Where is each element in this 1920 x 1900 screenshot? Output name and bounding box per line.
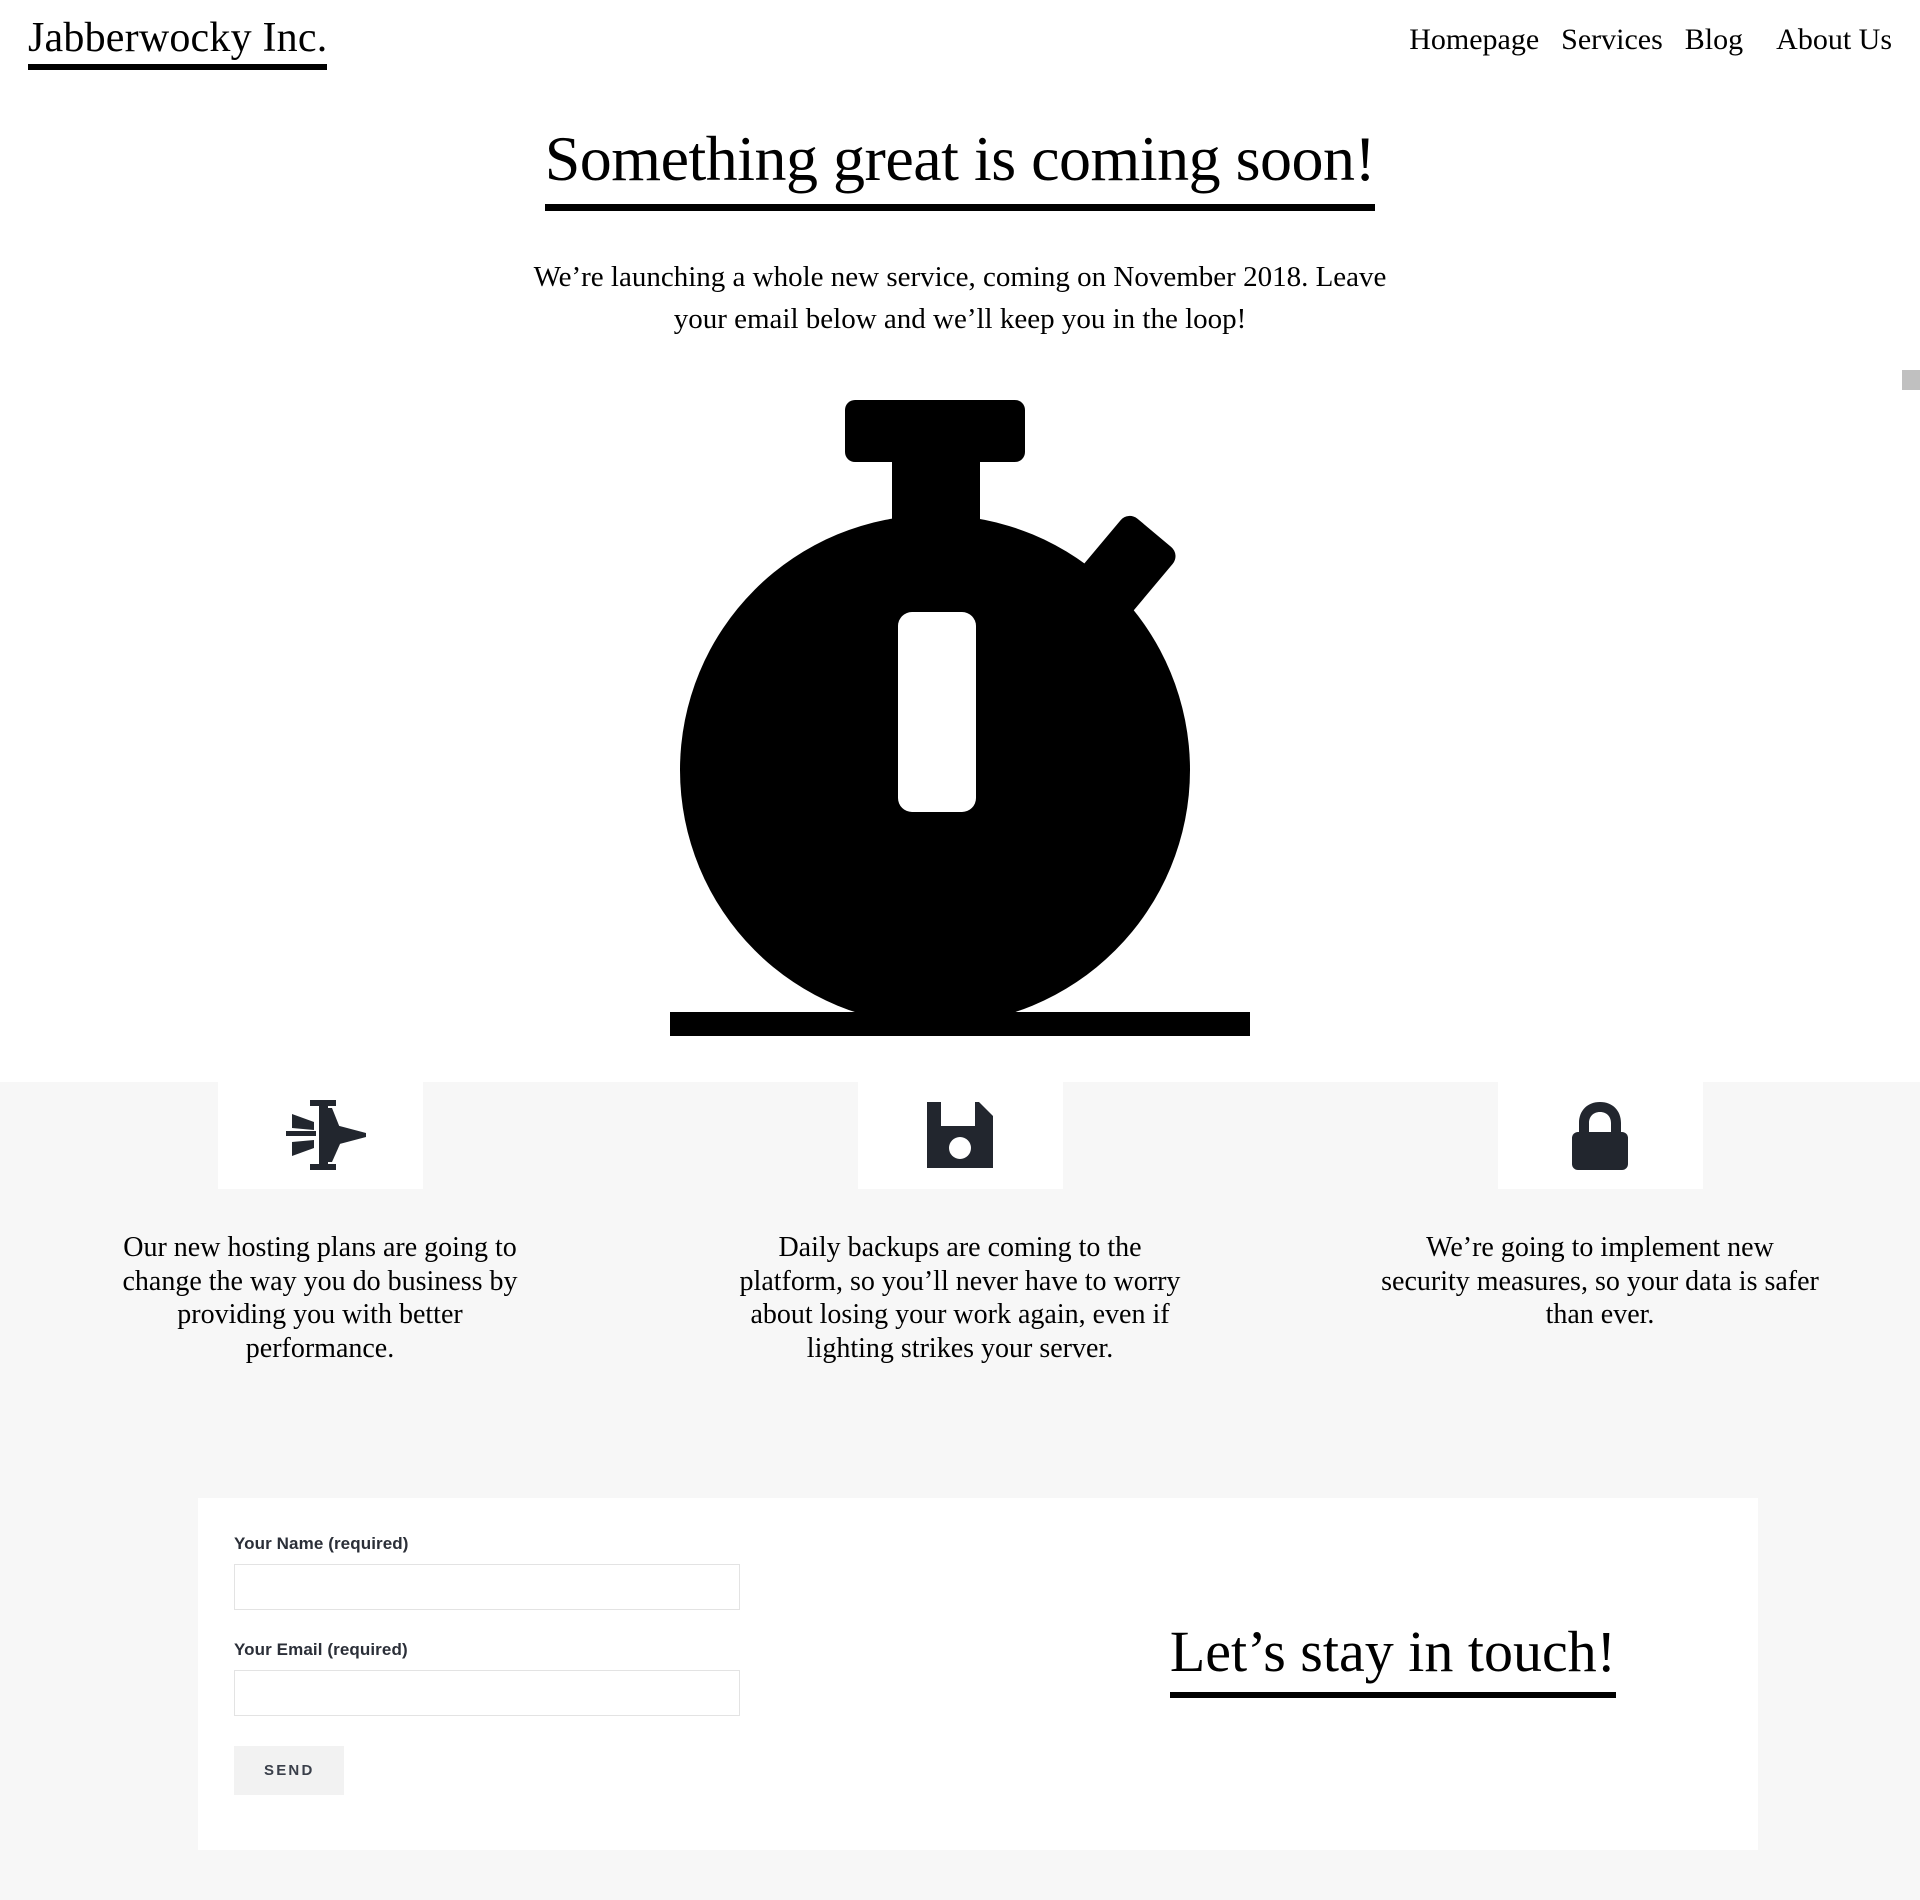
feature-item-security: We’re going to implement new security me…: [1280, 1081, 1920, 1365]
nav-link-blog[interactable]: Blog: [1674, 22, 1754, 58]
nav-link-about-us[interactable]: About Us: [1754, 22, 1892, 58]
feature-icon-tile: [1497, 1081, 1703, 1189]
email-field-label: Your Email (required): [234, 1640, 408, 1659]
site-header: Jabberwocky Inc. Homepage Services Blog …: [0, 0, 1920, 96]
nav-link-homepage[interactable]: Homepage: [1398, 22, 1550, 58]
hero-section: Something great is coming soon! We’re la…: [0, 96, 1920, 340]
main-navigation: Homepage Services Blog About Us: [1398, 22, 1892, 58]
hero-subtitle: We’re launching a whole new service, com…: [533, 261, 1387, 335]
floppy-disk-save-icon: [927, 1102, 993, 1168]
jet-plane-icon: [286, 1100, 366, 1170]
page-title-text: Something great is coming soon!: [544, 123, 1376, 212]
feature-item-performance: Our new hosting plans are going to chang…: [0, 1081, 640, 1365]
contact-form: Your Name (required) Your Email (require…: [234, 1534, 754, 1795]
feature-icon-tile: [217, 1081, 423, 1189]
feature-text: Daily backups are coming to the platform…: [739, 1232, 1181, 1364]
email-input[interactable]: [234, 1670, 740, 1716]
lock-icon: [1572, 1102, 1628, 1170]
name-input[interactable]: [234, 1564, 740, 1610]
contact-headline: Let’s stay in touch!: [1169, 1620, 1616, 1698]
feature-text: Our new hosting plans are going to chang…: [122, 1232, 518, 1364]
feature-text: We’re going to implement new security me…: [1381, 1232, 1819, 1331]
send-button[interactable]: SEND: [234, 1746, 345, 1795]
feature-item-backups: Daily backups are coming to the platform…: [640, 1081, 1280, 1365]
nav-link-services[interactable]: Services: [1550, 22, 1674, 58]
brand-logo[interactable]: Jabberwocky Inc.: [28, 14, 328, 71]
page-title: Something great is coming soon!: [0, 96, 1920, 212]
contact-headline-text: Let’s stay in touch!: [1169, 1620, 1616, 1698]
name-field-label: Your Name (required): [234, 1534, 409, 1553]
hero-illustration: [0, 400, 1920, 1040]
features-section: Our new hosting plans are going to chang…: [0, 1081, 1920, 1478]
scrollbar-thumb[interactable]: [1902, 370, 1920, 390]
page-root: Jabberwocky Inc. Homepage Services Blog …: [0, 0, 1920, 1900]
contact-card: Your Name (required) Your Email (require…: [198, 1498, 1758, 1850]
features-row: Our new hosting plans are going to chang…: [0, 1081, 1920, 1365]
feature-icon-tile: [857, 1081, 1063, 1189]
stopwatch-icon: [670, 400, 1250, 1036]
